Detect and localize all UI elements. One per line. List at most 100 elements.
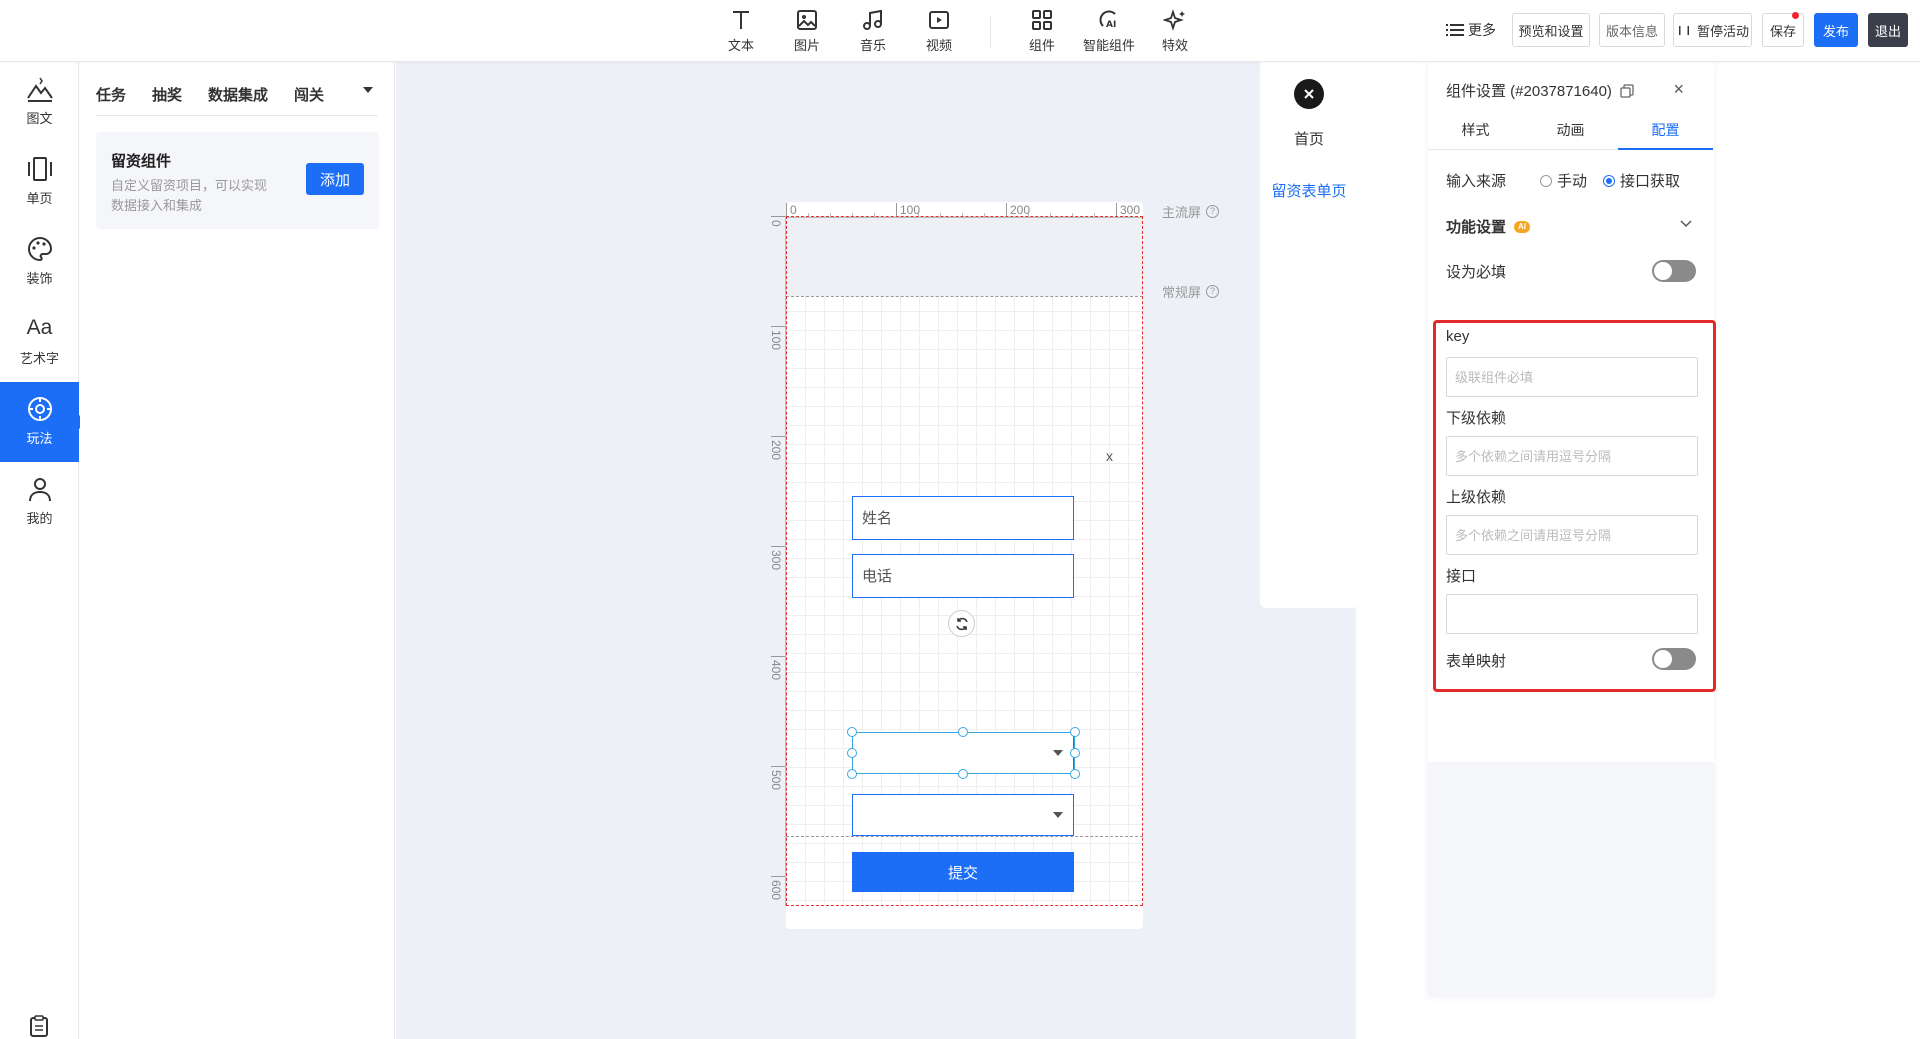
settings-tabs: 样式 动画 配置: [1428, 116, 1714, 150]
tool-components[interactable]: 组件: [1012, 8, 1072, 54]
tool-video[interactable]: 视频: [909, 8, 969, 54]
tool-label: 智能组件: [1082, 38, 1135, 53]
clipboard-icon[interactable]: [28, 1015, 50, 1037]
parent-dependency-input[interactable]: [1446, 515, 1698, 555]
exit-button[interactable]: 退出: [1868, 13, 1908, 47]
text-icon: [733, 11, 749, 29]
ruler-label: 200: [769, 440, 783, 461]
tab-style[interactable]: 样式: [1428, 116, 1523, 150]
phone-field[interactable]: 电话: [852, 554, 1074, 598]
sparkle-icon: [1163, 9, 1185, 31]
tool-label: 文本: [727, 38, 754, 53]
tab-levels[interactable]: 闯关: [294, 84, 324, 105]
tool-ai-components[interactable]: AI 智能组件: [1079, 8, 1139, 54]
nav-decoration[interactable]: 装饰: [0, 222, 79, 302]
key-input[interactable]: [1446, 357, 1698, 397]
resize-handle[interactable]: [958, 769, 968, 779]
unsaved-dot: [1792, 12, 1799, 19]
ruler-label: 100: [769, 330, 783, 351]
regular-screen-text: 常规屏: [1162, 285, 1202, 300]
top-toolbar: 文本 图片 音乐 视频 组件 AI 智能组件 特效 更多 预览和设置 版本信息 …: [0, 0, 1920, 62]
copy-icon[interactable]: [1620, 83, 1634, 98]
form-close-button[interactable]: x: [1106, 448, 1113, 464]
ruler-label: 500: [769, 770, 783, 791]
close-panel-button[interactable]: [1294, 79, 1324, 109]
radio-manual[interactable]: 手动: [1540, 170, 1587, 191]
version-info-button[interactable]: 版本信息: [1599, 13, 1665, 47]
preview-settings-button[interactable]: 预览和设置: [1512, 13, 1590, 47]
more-label: 更多: [1468, 22, 1496, 38]
refresh-button[interactable]: [948, 610, 975, 637]
ruler-label: 600: [769, 880, 783, 901]
tool-music[interactable]: 音乐: [843, 8, 903, 54]
page-lead-form[interactable]: 留资表单页: [1260, 180, 1358, 201]
resize-handle[interactable]: [1070, 769, 1080, 779]
nav-gameplay[interactable]: 玩法: [0, 382, 86, 462]
save-button[interactable]: 保存: [1762, 12, 1804, 47]
caret-down-icon: [1053, 812, 1063, 818]
form-mapping-toggle[interactable]: [1652, 648, 1696, 670]
resize-handle[interactable]: [1070, 748, 1080, 758]
child-dependency-label: 下级依赖: [1446, 410, 1507, 427]
nav-art-text[interactable]: Aa 艺术字: [0, 302, 79, 382]
nav-mine[interactable]: 我的: [0, 462, 79, 542]
key-label: key: [1446, 328, 1470, 345]
category-tabs: 任务 抽奖 数据集成 闯关: [96, 76, 378, 116]
tab-animation[interactable]: 动画: [1523, 116, 1618, 150]
cascade-select-2[interactable]: [852, 794, 1074, 836]
nav-image-text[interactable]: 图文: [0, 62, 79, 142]
left-nav: 图文 单页 装饰 Aa 艺术字 玩法 我的: [0, 62, 86, 1039]
settings-title: 组件设置 (#2037871640): [1446, 83, 1612, 100]
nav-label: 单页: [26, 191, 53, 206]
close-icon[interactable]: ×: [1673, 79, 1684, 100]
api-input[interactable]: [1446, 594, 1698, 634]
resize-handle[interactable]: [958, 727, 968, 737]
radio-circle: [1540, 174, 1552, 187]
card-description: 自定义留资项目，可以实现数据接入和集成: [111, 178, 268, 213]
input-source-label: 输入来源: [1446, 173, 1507, 190]
music-icon: [863, 9, 882, 30]
child-dependency-input[interactable]: [1446, 436, 1698, 476]
radio-api[interactable]: 接口获取: [1603, 170, 1680, 191]
chevron-down-icon[interactable]: [1680, 220, 1692, 228]
submit-button[interactable]: 提交: [852, 852, 1074, 892]
ai-badge-icon: AI: [1514, 220, 1531, 233]
ruler-label: 0: [790, 203, 797, 217]
main-screen-text: 主流屏: [1162, 205, 1202, 220]
page-icon: [27, 157, 52, 181]
nav-label: 艺术字: [19, 351, 59, 366]
phone-preview: 0 100 200 300 0 100 200 300 400 500 600 …: [769, 202, 1143, 929]
resize-handle[interactable]: [847, 769, 857, 779]
parent-dependency-label: 上级依赖: [1446, 489, 1507, 506]
pause-activity-button[interactable]: ❙❙ 暂停活动: [1673, 13, 1752, 47]
tool-effects[interactable]: 特效: [1145, 8, 1205, 54]
name-field[interactable]: 姓名: [852, 496, 1074, 540]
resize-handle[interactable]: [847, 748, 857, 758]
tab-data-integration[interactable]: 数据集成: [208, 84, 268, 105]
publish-button[interactable]: 发布: [1814, 13, 1858, 47]
tab-lottery[interactable]: 抽奖: [152, 84, 182, 105]
required-toggle[interactable]: [1652, 260, 1696, 282]
page-home[interactable]: 首页: [1260, 128, 1358, 149]
help-icon[interactable]: ?: [1206, 285, 1220, 298]
ruler-label: 0: [769, 220, 783, 227]
radio-manual-label: 手动: [1557, 173, 1588, 190]
tool-image[interactable]: 图片: [777, 8, 837, 54]
help-icon[interactable]: ?: [1206, 205, 1220, 218]
radio-api-label: 接口获取: [1620, 173, 1681, 190]
art-text-icon: Aa: [26, 316, 53, 339]
resize-handle[interactable]: [1070, 727, 1080, 737]
user-icon: [28, 478, 51, 502]
nav-label: 装饰: [26, 271, 53, 286]
function-settings-title: 功能设置 AI: [1446, 216, 1531, 237]
nav-label: 我的: [26, 511, 53, 526]
tab-config[interactable]: 配置: [1618, 116, 1713, 150]
tool-text[interactable]: 文本: [711, 8, 771, 54]
resize-handle[interactable]: [847, 727, 857, 737]
tab-tasks[interactable]: 任务: [96, 84, 126, 105]
add-component-button[interactable]: 添加: [306, 163, 364, 195]
caret-down-icon[interactable]: [362, 86, 374, 94]
more-button[interactable]: 更多: [1446, 20, 1496, 40]
nav-single-page[interactable]: 单页: [0, 142, 79, 222]
nav-label: 玩法: [26, 431, 53, 446]
